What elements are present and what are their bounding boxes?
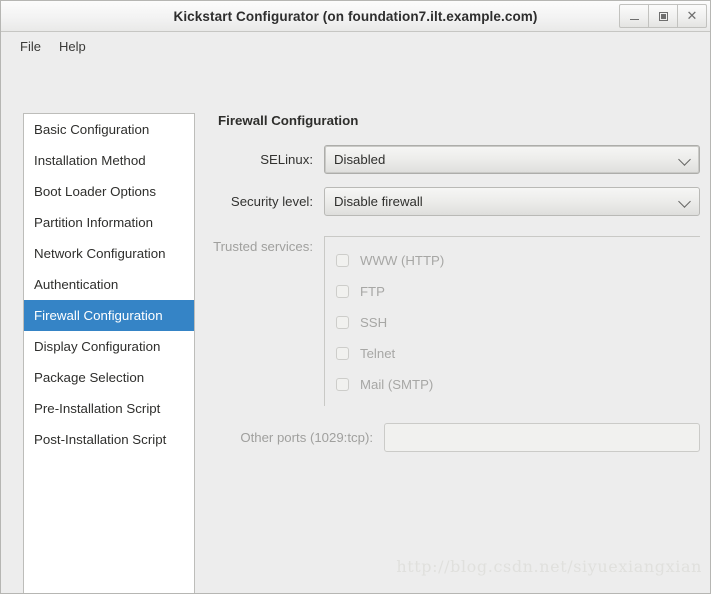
- security-level-row: Security level: Disable firewall: [211, 187, 700, 216]
- chevron-down-icon: [678, 152, 691, 166]
- sidebar-item-firewall-configuration[interactable]: Firewall Configuration: [24, 300, 194, 331]
- sidebar-item-basic-configuration[interactable]: Basic Configuration: [24, 114, 194, 145]
- sidebar-item-authentication[interactable]: Authentication: [24, 269, 194, 300]
- list-item[interactable]: FTP: [325, 276, 700, 307]
- menu-item-file[interactable]: File: [11, 36, 50, 57]
- other-ports-label: Other ports (1029:tcp):: [240, 430, 373, 445]
- sidebar-item-display-configuration[interactable]: Display Configuration: [24, 331, 194, 362]
- trusted-services-label: Trusted services:: [213, 239, 313, 254]
- minimize-button[interactable]: [619, 4, 649, 28]
- checkbox-ftp[interactable]: [336, 285, 349, 298]
- window-controls: ✕: [619, 4, 707, 28]
- checkbox-label: Mail (SMTP): [360, 377, 434, 392]
- list-item[interactable]: Mail (SMTP): [325, 369, 700, 400]
- selinux-select[interactable]: Disabled: [324, 145, 700, 174]
- list-item[interactable]: SSH: [325, 307, 700, 338]
- title-bar: Kickstart Configurator (on foundation7.i…: [1, 1, 710, 32]
- navigation-sidebar[interactable]: Basic Configuration Installation Method …: [23, 113, 195, 593]
- sidebar-item-post-installation-script[interactable]: Post-Installation Script: [24, 424, 194, 455]
- checkbox-telnet[interactable]: [336, 347, 349, 360]
- maximize-button[interactable]: [648, 4, 678, 28]
- trusted-services-row: Trusted services: WWW (HTTP) FTP SSH Tel…: [211, 236, 700, 406]
- list-item[interactable]: Telnet: [325, 338, 700, 369]
- close-icon: ✕: [686, 8, 698, 24]
- window-title: Kickstart Configurator (on foundation7.i…: [173, 8, 538, 24]
- checkbox-mail-smtp[interactable]: [336, 378, 349, 391]
- application-window: Kickstart Configurator (on foundation7.i…: [0, 0, 711, 594]
- minimize-icon: [629, 19, 639, 20]
- chevron-down-icon: [678, 194, 691, 208]
- selinux-row: SELinux: Disabled: [211, 145, 700, 174]
- page-title: Firewall Configuration: [218, 113, 359, 128]
- sidebar-item-boot-loader-options[interactable]: Boot Loader Options: [24, 176, 194, 207]
- checkbox-label: SSH: [360, 315, 388, 330]
- menu-item-help[interactable]: Help: [50, 36, 95, 57]
- checkbox-ssh[interactable]: [336, 316, 349, 329]
- selinux-value: Disabled: [334, 152, 386, 167]
- firewall-configuration-panel: Firewall Configuration SELinux: Disabled…: [211, 113, 700, 593]
- checkbox-label: FTP: [360, 284, 385, 299]
- checkbox-label: WWW (HTTP): [360, 253, 445, 268]
- sidebar-item-installation-method[interactable]: Installation Method: [24, 145, 194, 176]
- sidebar-item-package-selection[interactable]: Package Selection: [24, 362, 194, 393]
- other-ports-input[interactable]: [384, 423, 700, 452]
- other-ports-row: Other ports (1029:tcp):: [211, 423, 700, 452]
- maximize-icon: [658, 11, 668, 21]
- security-level-value: Disable firewall: [334, 194, 423, 209]
- window-content: Basic Configuration Installation Method …: [1, 61, 710, 593]
- list-item[interactable]: WWW (HTTP): [325, 245, 700, 276]
- sidebar-item-partition-information[interactable]: Partition Information: [24, 207, 194, 238]
- sidebar-item-pre-installation-script[interactable]: Pre-Installation Script: [24, 393, 194, 424]
- security-level-select[interactable]: Disable firewall: [324, 187, 700, 216]
- close-button[interactable]: ✕: [677, 4, 707, 28]
- checkbox-label: Telnet: [360, 346, 396, 361]
- security-level-label: Security level:: [230, 194, 313, 209]
- sidebar-item-network-configuration[interactable]: Network Configuration: [24, 238, 194, 269]
- menu-bar: File Help: [1, 32, 710, 61]
- selinux-label: SELinux:: [260, 152, 313, 167]
- checkbox-www-http[interactable]: [336, 254, 349, 267]
- trusted-services-list[interactable]: WWW (HTTP) FTP SSH Telnet Mail (SMTP): [324, 236, 700, 406]
